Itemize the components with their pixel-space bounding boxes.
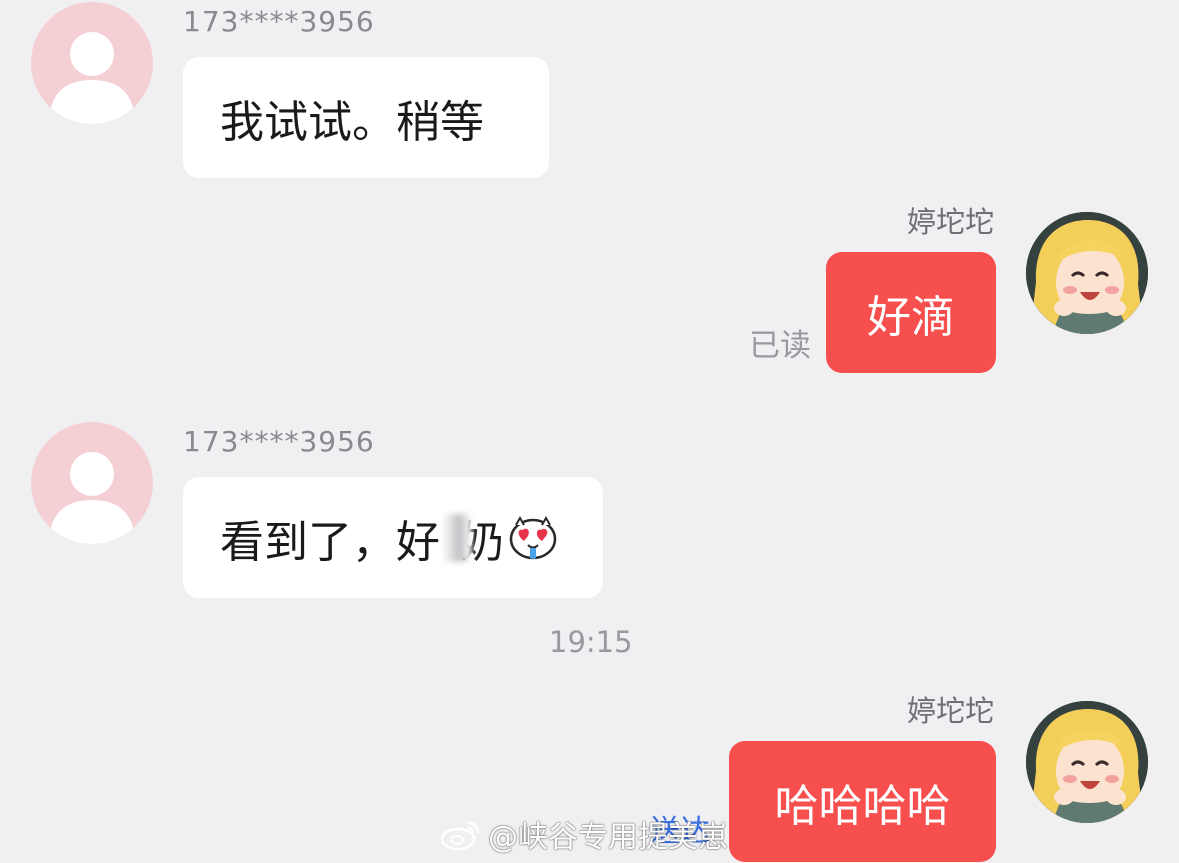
default-person-icon [49,32,135,124]
my-name: 婷坨坨 [906,694,994,728]
watermark: @峡谷专用提美崽 [440,812,728,856]
my-name: 婷坨坨 [906,205,994,239]
message-timestamp: 19:15 [549,625,633,659]
my-avatar[interactable] [1026,701,1148,823]
default-person-icon [49,452,135,544]
anime-girl-avatar-icon [1026,212,1148,334]
contact-avatar[interactable] [31,422,153,544]
contact-avatar[interactable] [31,2,153,124]
weibo-logo-icon [440,821,480,851]
incoming-message-bubble[interactable]: 我试试。稍等 [183,57,549,178]
anime-girl-avatar-icon [1026,701,1148,823]
message-text: 我试试。稍等 [220,96,484,148]
outgoing-message-bubble[interactable]: 哈哈哈哈 [729,741,996,862]
watermark-text: @峡谷专用提美崽 [488,820,728,855]
heart-eyes-crying-emoji-icon [509,515,557,559]
read-status: 已读 [749,328,811,364]
message-text: 好滴 [867,291,955,343]
blurred-character [442,513,472,562]
incoming-message-bubble[interactable]: 看到了，好 奶 [183,477,603,598]
sender-name: 173****3956 [183,5,375,38]
message-text: 哈哈哈哈 [774,780,951,832]
sender-name: 173****3956 [183,425,375,458]
my-avatar[interactable] [1026,212,1148,334]
outgoing-message-bubble[interactable]: 好滴 [826,252,996,373]
message-text: 看到了，好 [220,516,440,568]
